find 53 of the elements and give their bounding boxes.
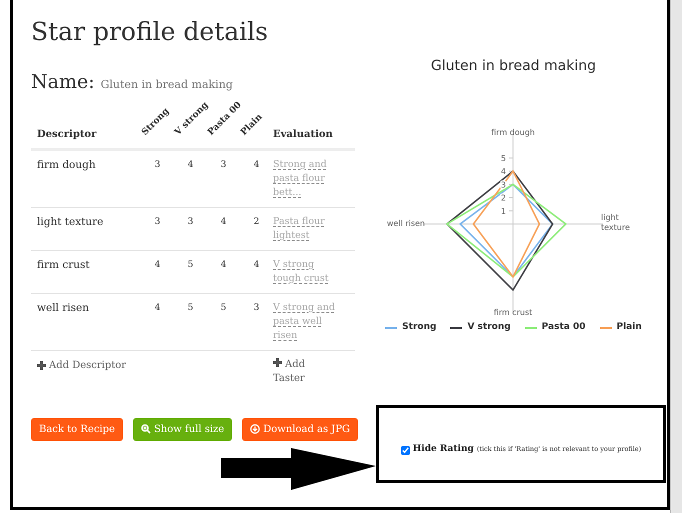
legend-item[interactable]: Plain bbox=[600, 321, 642, 334]
table-cell-text: 3 bbox=[220, 158, 228, 172]
legend-item[interactable]: Pasta 00 bbox=[524, 321, 586, 334]
table-cell-text: 4 bbox=[252, 158, 260, 172]
hide-rating-checkbox[interactable] bbox=[400, 446, 410, 454]
table-cell-text: 5 bbox=[186, 258, 194, 272]
table-cell-text: 4 bbox=[154, 258, 162, 272]
tick-label: 1 bbox=[501, 206, 506, 216]
table-cell-text: 3 bbox=[186, 216, 194, 228]
category-label: light texture bbox=[601, 213, 630, 232]
table-cell-text: 2 bbox=[252, 216, 260, 228]
table-cell-text: light texture bbox=[36, 214, 104, 230]
tick-label: 5 bbox=[501, 154, 506, 163]
tick-label: 2 bbox=[501, 194, 506, 203]
category-label: well risen bbox=[387, 219, 426, 228]
table-cell-text: 3 bbox=[154, 216, 162, 228]
evaluation-link[interactable]: Pasta flour lightest bbox=[273, 214, 339, 242]
evaluation-link[interactable]: Strong and pasta flour bett... bbox=[273, 158, 339, 200]
action-button[interactable]: Show full size bbox=[132, 418, 232, 440]
column-header: Evaluation bbox=[273, 128, 334, 142]
checkbox-label: Hide Rating bbox=[412, 443, 474, 456]
add-descriptor-link[interactable]: Add Descriptor bbox=[31, 358, 273, 372]
category-label: firm crust bbox=[494, 308, 533, 317]
legend-item[interactable]: Strong bbox=[385, 321, 436, 334]
page-title: Star profile details bbox=[31, 16, 269, 48]
table-cell-text: 5 bbox=[220, 302, 228, 314]
table-cell-text: 4 bbox=[252, 258, 260, 272]
table-cell-text: well risen bbox=[36, 300, 90, 316]
category-label: firm dough bbox=[492, 128, 536, 137]
evaluation-link[interactable]: V strong tough crust bbox=[273, 258, 339, 286]
action-button[interactable]: Download as JPG bbox=[242, 418, 358, 440]
evaluation-link[interactable]: V strong and pasta well risen bbox=[273, 300, 339, 342]
column-header: Descriptor bbox=[36, 128, 98, 142]
download-icon bbox=[250, 424, 260, 434]
add-taster-link[interactable]: Add Taster bbox=[273, 358, 339, 386]
legend-item[interactable]: V strong bbox=[450, 321, 511, 334]
plus-icon bbox=[273, 358, 282, 366]
plus-icon bbox=[37, 360, 46, 370]
table-cell-text: 4 bbox=[186, 158, 194, 172]
table-cell-text: 3 bbox=[252, 302, 260, 314]
table-cell-text: firm crust bbox=[36, 258, 91, 272]
name-label: Name: bbox=[31, 70, 95, 95]
name-value: Gluten in bread making bbox=[100, 77, 233, 93]
tick-label: 4 bbox=[501, 167, 506, 176]
zoom-in-icon bbox=[140, 424, 151, 434]
table-cell-text: 4 bbox=[154, 302, 162, 314]
chart-title: Gluten in bread making bbox=[430, 57, 596, 76]
action-button[interactable]: Back to Recipe bbox=[31, 418, 123, 440]
table-cell-text: 5 bbox=[186, 302, 194, 314]
table-cell-text: 4 bbox=[220, 258, 228, 272]
table-cell-text: 3 bbox=[154, 158, 162, 172]
table-cell-text: firm dough bbox=[36, 158, 97, 172]
table-cell-text: 4 bbox=[220, 216, 228, 228]
